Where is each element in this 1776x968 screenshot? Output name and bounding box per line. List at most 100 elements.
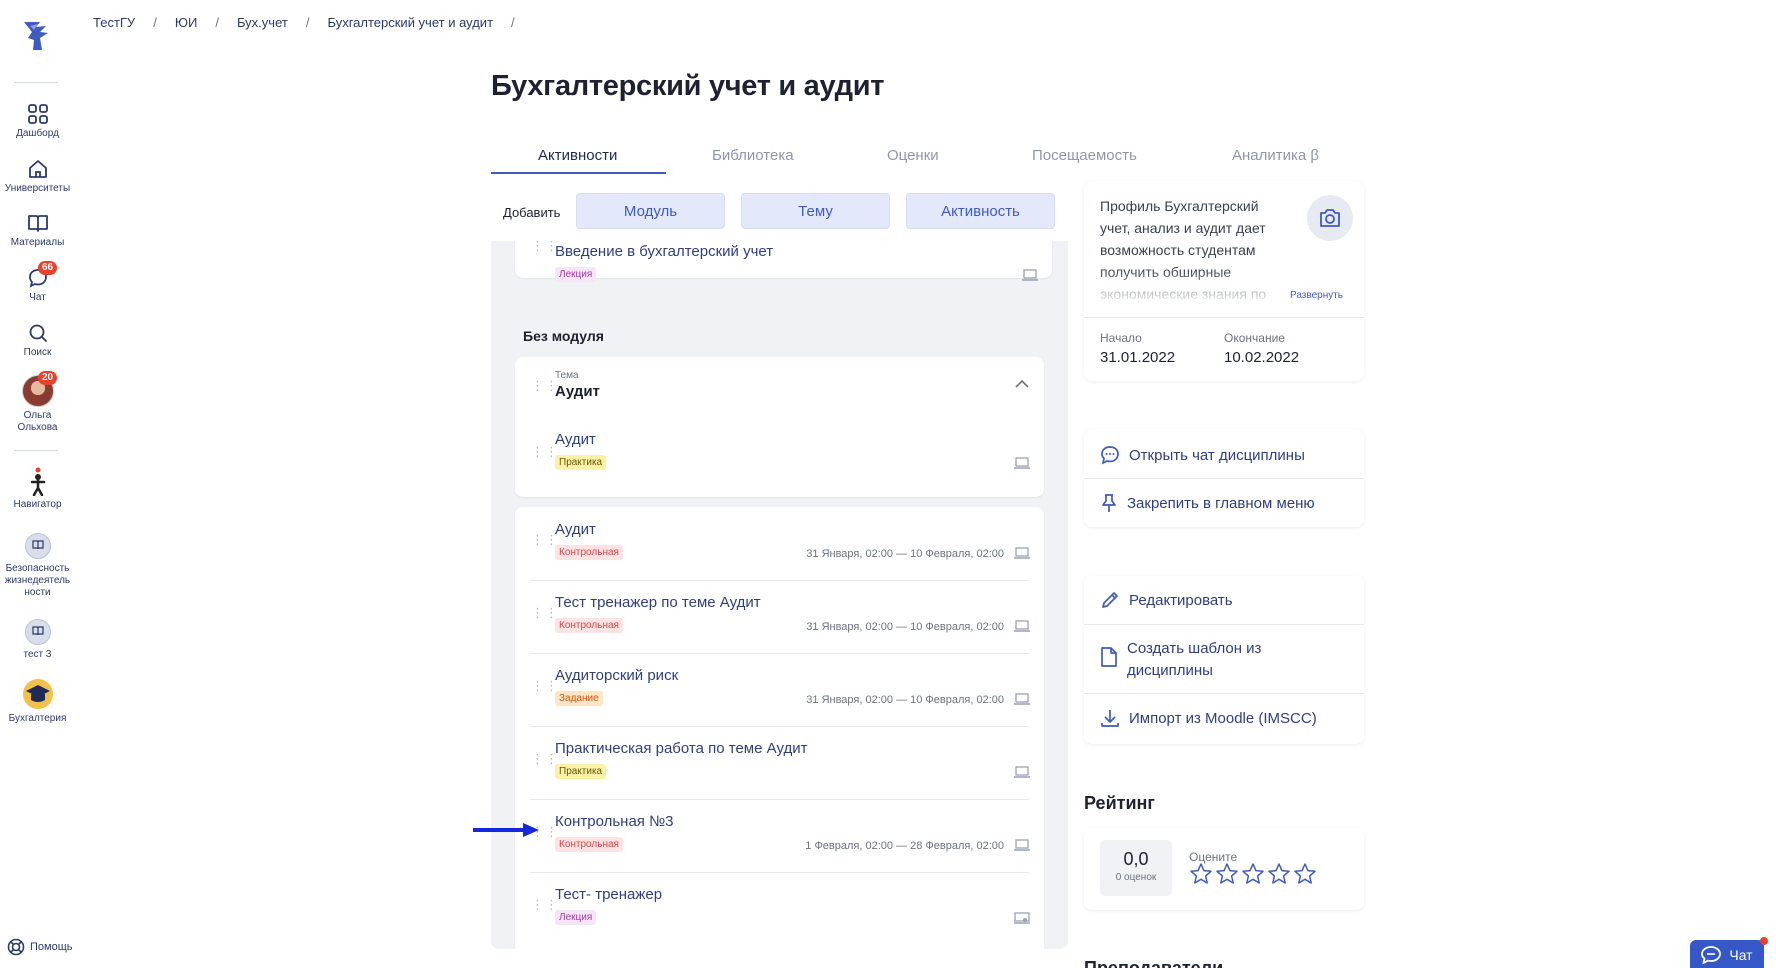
add-label: Добавить [503, 205, 561, 220]
breadcrumb-item[interactable]: ТестГУ [93, 15, 135, 30]
pin-menu-label: Закрепить в главном меню [1127, 494, 1315, 512]
sidebar-item-label: Материалы [10, 237, 65, 248]
tab-analytics[interactable]: Аналитика β [1232, 147, 1319, 164]
activity-title[interactable]: Введение в бухгалтерский учет [555, 243, 773, 260]
profile-badge: 20 [38, 371, 58, 385]
tab-grades[interactable]: Оценки [887, 147, 939, 164]
activity-tag: Задание [555, 691, 603, 706]
active-tab-indicator [491, 172, 666, 174]
sidebar-item-course-test3[interactable]: тест 3 [0, 619, 75, 661]
chat-notification-dot [1760, 937, 1768, 945]
lifebuoy-icon [7, 938, 25, 956]
list-item[interactable]: ⋮⋮ Аудиторский риск Задание 31 Января, 0… [515, 653, 1044, 726]
activity-tag: Лекция [555, 267, 597, 282]
activity-title[interactable]: Тест- тренажер [555, 886, 662, 903]
activity-title[interactable]: Аудит [555, 431, 596, 448]
tab-attendance[interactable]: Посещаемость [1032, 147, 1137, 164]
breadcrumb: ТестГУ / ЮИ / Бух.учет / Бухгалтерский учет… [93, 15, 515, 30]
topic-caption: Тема [555, 370, 579, 381]
create-template-button[interactable]: Создать шаблон из дисциплины [1100, 638, 1277, 682]
chat-widget-label: Чат [1729, 947, 1753, 963]
add-topic-button[interactable]: Тему [741, 193, 890, 229]
sidebar-item-course-bzh[interactable]: Безопасность жизнедеятель ности [0, 533, 75, 599]
open-chat-button[interactable]: Открыть чат дисциплины [1100, 445, 1305, 465]
rating-count: 0 оценок [1115, 872, 1157, 883]
sidebar-item-dashboard[interactable]: Дашборд [0, 103, 75, 140]
sidebar: Дашборд Университеты Материалы Чат 66 По… [0, 0, 75, 968]
sidebar-item-materials[interactable]: Материалы [0, 212, 75, 249]
activity-title[interactable]: Аудиторский риск [555, 667, 678, 684]
laptop-icon [1014, 547, 1030, 559]
rating-title: Рейтинг [1084, 793, 1155, 813]
course-actions-card: Открыть чат дисциплины Закрепить в главн… [1084, 429, 1364, 527]
chevron-up-icon[interactable] [1014, 379, 1030, 389]
upload-photo-button[interactable] [1307, 195, 1353, 241]
presentation-icon [1014, 912, 1030, 924]
end-label: Окончание [1224, 331, 1285, 345]
breadcrumb-item[interactable]: Бух.учет [237, 15, 288, 30]
edit-button[interactable]: Редактировать [1100, 590, 1233, 610]
list-item[interactable]: ⋮⋮ Аудит Контрольная 31 Января, 02:00 — … [515, 507, 1044, 580]
star-icon[interactable] [1267, 862, 1291, 886]
chat-widget-button[interactable]: Чат [1690, 940, 1764, 968]
activity-dates: 31 Января, 02:00 — 10 Февраля, 02:00 [806, 694, 1004, 706]
add-activity-button[interactable]: Активность [906, 193, 1055, 229]
sidebar-item-label: Ольга Ольхова [17, 410, 58, 433]
description-fade [1100, 269, 1285, 305]
star-icon[interactable] [1293, 862, 1317, 886]
tab-library[interactable]: Библиотека [712, 147, 794, 164]
logo-icon[interactable] [18, 18, 56, 54]
star-icon[interactable] [1189, 862, 1213, 886]
home-icon [28, 160, 47, 178]
divider [1084, 478, 1364, 479]
drag-handle-icon[interactable]: ⋮⋮ [531, 445, 559, 458]
add-module-button[interactable]: Модуль [576, 193, 725, 229]
expand-link[interactable]: Развернуть [1290, 290, 1343, 301]
rating-score: 0,0 [1123, 849, 1149, 869]
breadcrumb-item[interactable]: Бухгалтерский учет и аудит [327, 15, 493, 30]
sidebar-item-universities[interactable]: Университеты [0, 158, 75, 195]
activity-tag: Практика [555, 764, 607, 779]
sidebar-item-chat[interactable]: Чат 66 [0, 261, 75, 304]
import-moodle-label: Импорт из Moodle (IMSCC) [1129, 709, 1317, 727]
create-template-label: Создать шаблон из дисциплины [1127, 640, 1262, 679]
graduation-cap-icon [22, 679, 53, 709]
list-item[interactable]: ⋮⋮ Тест тренажер по теме Аудит Контрольн… [515, 580, 1044, 653]
chat-bubble-icon [1701, 946, 1722, 964]
sidebar-item-navigator[interactable]: Навигатор [0, 466, 75, 511]
sidebar-item-search[interactable]: Поиск [0, 322, 75, 359]
help-link[interactable]: Помощь [7, 938, 73, 956]
list-item[interactable]: ⋮⋮ Тест- тренажер Лекция [515, 872, 1044, 945]
list-item[interactable]: ⋮⋮ Практическая работа по теме Аудит Пра… [515, 726, 1044, 799]
activity-title[interactable]: Аудит [555, 521, 596, 538]
divider [1084, 693, 1364, 694]
activity-title[interactable]: Практическая работа по теме Аудит [555, 740, 807, 757]
activities-panel: ⋮⋮ Введение в бухгалтерский учет Лекция … [491, 181, 1068, 949]
sidebar-item-course-buh[interactable]: Бухгалтерия [0, 678, 75, 725]
activity-tag: Практика [555, 455, 607, 470]
sidebar-item-profile[interactable]: Ольга Ольхова 20 [0, 371, 75, 434]
camera-icon [1320, 209, 1340, 227]
star-icon[interactable] [1215, 862, 1239, 886]
open-chat-label: Открыть чат дисциплины [1129, 446, 1305, 464]
star-rating[interactable] [1189, 862, 1317, 886]
list-item[interactable]: ⋮⋮ Контрольная №3 Контрольная 1 Февраля,… [515, 799, 1044, 872]
tab-activities[interactable]: Активности [538, 147, 617, 164]
sidebar-item-label: Навигатор [13, 499, 62, 510]
rating-card: 0,0 0 оценок Оцените [1084, 828, 1364, 910]
laptop-icon [1014, 693, 1030, 705]
star-icon[interactable] [1241, 862, 1265, 886]
course-profile-card: Профиль Бухгалтерский учет, анализ и ауд… [1084, 181, 1364, 381]
topic-title: Аудит [555, 383, 600, 400]
activity-title[interactable]: Тест тренажер по теме Аудит [555, 594, 761, 611]
laptop-icon [1014, 766, 1030, 778]
pin-menu-button[interactable]: Закрепить в главном меню [1100, 493, 1315, 513]
activity-title[interactable]: Контрольная №3 [555, 813, 674, 830]
import-moodle-button[interactable]: Импорт из Moodle (IMSCC) [1100, 708, 1317, 728]
divider [1084, 317, 1364, 318]
sidebar-item-label: Чат [29, 292, 46, 303]
breadcrumb-item[interactable]: ЮИ [175, 15, 197, 30]
course-admin-card: Редактировать Создать шаблон из дисципли… [1084, 576, 1364, 744]
sidebar-item-label: Университеты [4, 183, 71, 194]
laptop-icon [1022, 269, 1038, 281]
